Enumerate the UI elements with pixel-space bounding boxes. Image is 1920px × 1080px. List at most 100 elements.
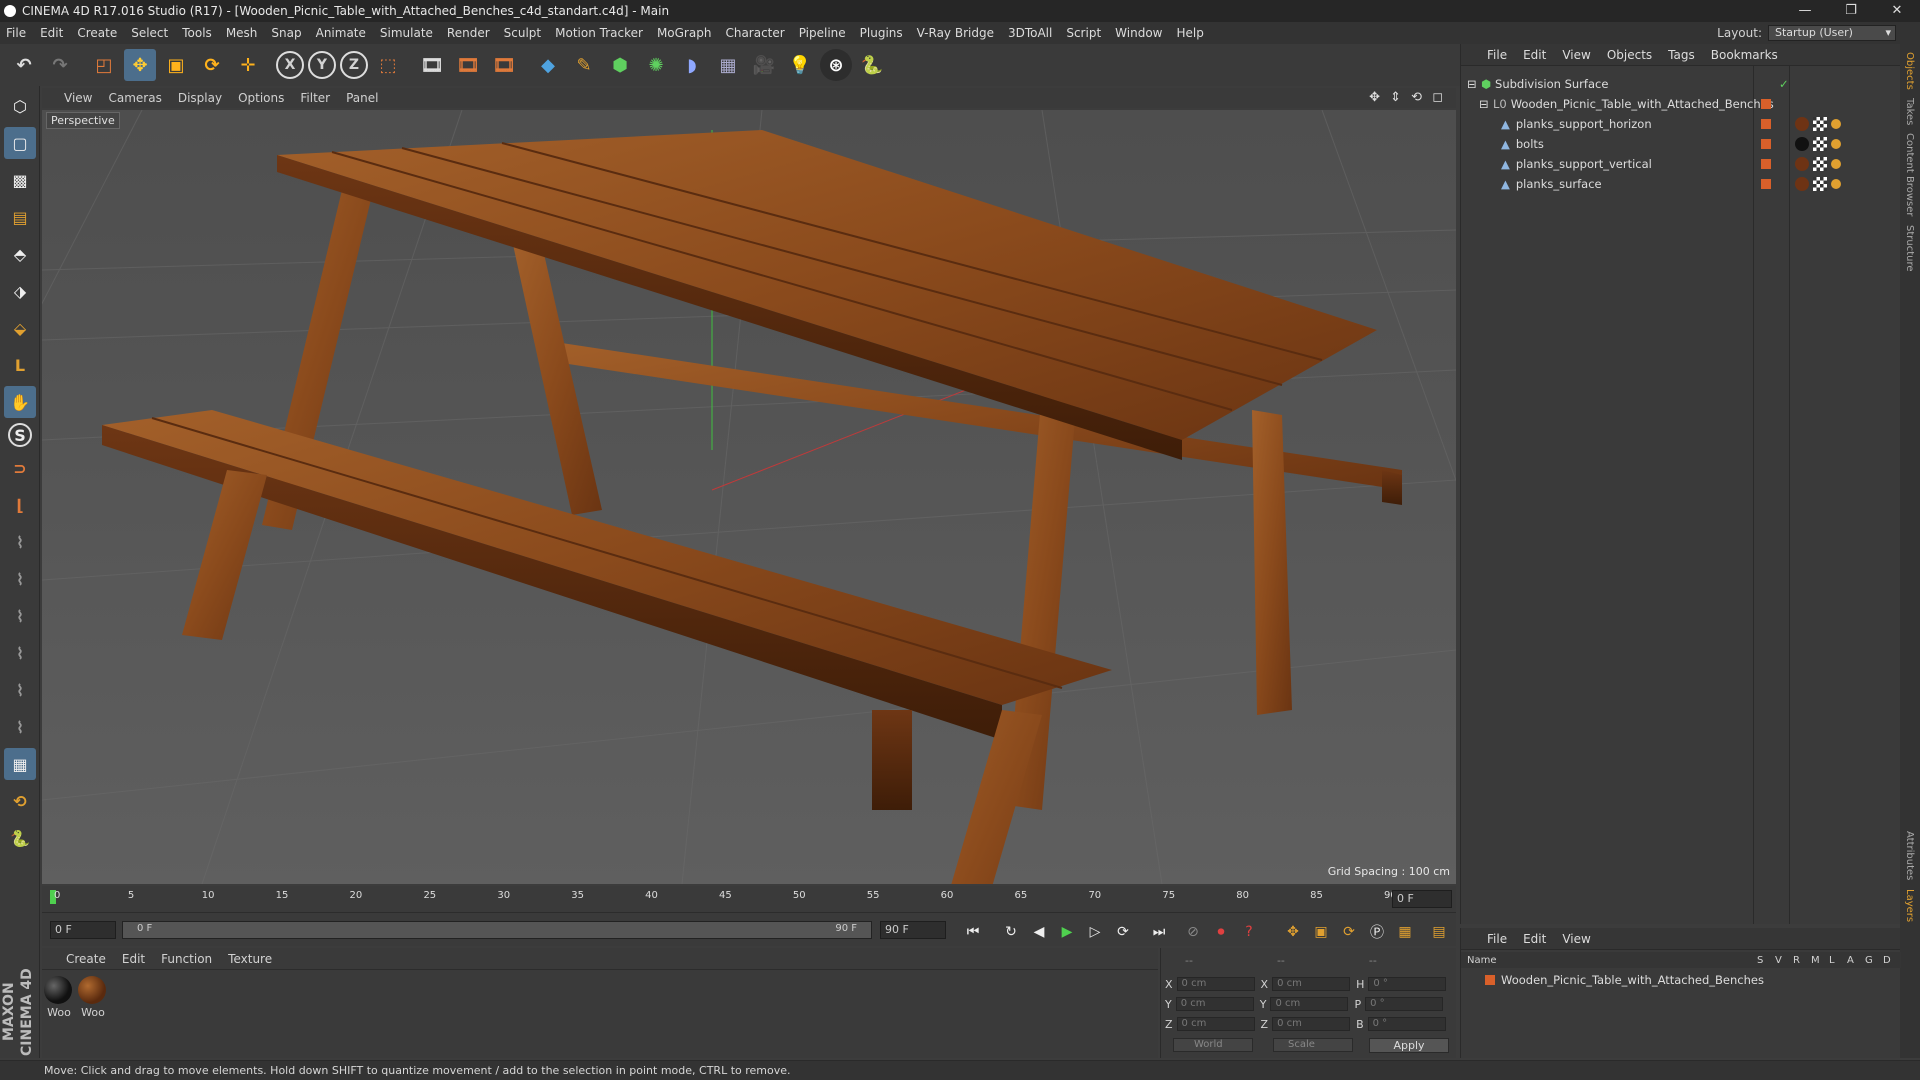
play-icon[interactable]: ▶	[1056, 921, 1078, 943]
transform-icon[interactable]: ✛	[232, 49, 264, 81]
rotation-p-field[interactable]: 0 °	[1365, 997, 1444, 1011]
layer-name[interactable]: Wooden_Picnic_Table_with_Attached_Benche…	[1501, 973, 1764, 987]
menu-3dtoall[interactable]: 3DToAll	[1008, 26, 1052, 40]
size-x-field[interactable]: 0 cm	[1272, 977, 1351, 991]
menu-help[interactable]: Help	[1176, 26, 1203, 40]
object-name[interactable]: planks_support_vertical	[1516, 157, 1652, 171]
current-frame-field[interactable]: 0 F	[1392, 890, 1452, 908]
menu-vray-bridge[interactable]: V-Ray Bridge	[917, 26, 994, 40]
material-menu-texture[interactable]: Texture	[228, 952, 272, 966]
light-icon[interactable]: 💡	[784, 49, 816, 81]
loop-icon[interactable]: ↻	[1000, 921, 1022, 943]
model-mode-icon[interactable]: ▢	[4, 127, 36, 159]
menu-render[interactable]: Render	[447, 26, 490, 40]
position-z-field[interactable]: 0 cm	[1176, 1017, 1255, 1031]
rotation-b-field[interactable]: 0 °	[1367, 1017, 1446, 1031]
viewport-camera-label[interactable]: Perspective	[46, 112, 120, 129]
object-row[interactable]: ▲ planks_support_horizon	[1461, 114, 1901, 134]
workplane-icon[interactable]: ▤	[4, 201, 36, 233]
viewport-menu-view[interactable]: View	[64, 91, 92, 105]
uvw-tag-icon[interactable]	[1813, 137, 1827, 151]
object-name[interactable]: bolts	[1516, 137, 1544, 151]
step-forward-icon[interactable]: ▷	[1084, 921, 1106, 943]
tab-attributes[interactable]: Attributes	[1904, 831, 1915, 880]
x-axis-icon[interactable]: X	[276, 51, 304, 79]
object-row[interactable]: ⊟ L0 Wooden_Picnic_Table_with_Attached_B…	[1461, 94, 1901, 114]
phong-tag-icon[interactable]	[1831, 139, 1841, 149]
record-icon[interactable]: ⏺	[1210, 921, 1232, 943]
menu-mograph[interactable]: MoGraph	[657, 26, 712, 40]
menu-animate[interactable]: Animate	[316, 26, 366, 40]
timeline-menu-icon[interactable]: ▤	[1428, 921, 1450, 943]
object-name[interactable]: planks_support_horizon	[1516, 117, 1652, 131]
tab-content-browser[interactable]: Content Browser	[1904, 133, 1915, 216]
object-row[interactable]: ⊟ ⬢ Subdivision Surface ✓	[1461, 74, 1901, 94]
size-z-field[interactable]: 0 cm	[1272, 1017, 1351, 1031]
layer-menu-view[interactable]: View	[1562, 932, 1590, 946]
viewport-menu-panel[interactable]: Panel	[346, 91, 378, 105]
repeat-icon[interactable]: ⟳	[1112, 921, 1134, 943]
tab-takes[interactable]: Takes	[1904, 98, 1915, 125]
object-row[interactable]: ▲ bolts	[1461, 134, 1901, 154]
menu-pipeline[interactable]: Pipeline	[799, 26, 846, 40]
keyframe-mode-icon[interactable]: ⊘	[1182, 921, 1204, 943]
position-y-field[interactable]: 0 cm	[1175, 997, 1254, 1011]
points-mode-icon[interactable]: ⬘	[4, 238, 36, 270]
layer-menu-edit[interactable]: Edit	[1523, 932, 1546, 946]
snapping-icon[interactable]: S	[8, 423, 32, 447]
object-row[interactable]: ▲ planks_surface	[1461, 174, 1901, 194]
coordinate-system-icon[interactable]: ⬚	[372, 49, 404, 81]
cube-icon[interactable]: ◆	[532, 49, 564, 81]
cinema-logo-icon[interactable]: ⊛	[820, 49, 852, 81]
scale-icon[interactable]: ▣	[160, 49, 192, 81]
material-tag-icon[interactable]	[1795, 137, 1809, 151]
tweak-icon[interactable]: ✋	[4, 386, 36, 418]
edges-mode-icon[interactable]: ⬗	[4, 275, 36, 307]
menu-plugins[interactable]: Plugins	[860, 26, 903, 40]
render-picture-viewer-icon[interactable]: 🎞	[452, 49, 484, 81]
brush-icon[interactable]: ⌇	[4, 526, 36, 558]
uvw-tag-icon[interactable]	[1813, 157, 1827, 171]
viewport-navigation-icons[interactable]: ✥ ⇕ ⟲ ◻	[1369, 90, 1446, 105]
start-frame-field[interactable]: 0 F	[50, 921, 116, 939]
maximize-button[interactable]: ❐	[1828, 0, 1874, 22]
key-param-icon[interactable]: Ⓟ	[1366, 921, 1388, 943]
tab-layers[interactable]: Layers	[1904, 889, 1915, 922]
extrude-icon[interactable]: ⌇	[4, 674, 36, 706]
layer-menu-file[interactable]: File	[1487, 932, 1507, 946]
camera-icon[interactable]: 🎥	[748, 49, 780, 81]
deformer-icon[interactable]: ◗	[676, 49, 708, 81]
material-menu-edit[interactable]: Edit	[122, 952, 145, 966]
phong-tag-icon[interactable]	[1831, 179, 1841, 189]
move-icon[interactable]: ✥	[124, 49, 156, 81]
menu-character[interactable]: Character	[725, 26, 784, 40]
viewport-menu-filter[interactable]: Filter	[300, 91, 330, 105]
3d-viewport[interactable]: Perspective Grid Spacing : 100 cm	[42, 110, 1456, 884]
nurbs-icon[interactable]: ⬢	[604, 49, 636, 81]
viewport-menu-options[interactable]: Options	[238, 91, 284, 105]
uvw-tag-icon[interactable]	[1813, 177, 1827, 191]
bridge-icon[interactable]: ⌇	[4, 637, 36, 669]
menu-motion-tracker[interactable]: Motion Tracker	[555, 26, 643, 40]
render-view-icon[interactable]: 🎞	[416, 49, 448, 81]
object-row[interactable]: ▲ planks_support_vertical	[1461, 154, 1901, 174]
frame-range-slider[interactable]: 0 F 90 F	[122, 921, 872, 939]
menu-select[interactable]: Select	[131, 26, 168, 40]
expand-toggle-icon[interactable]: ⊟	[1479, 97, 1489, 111]
key-pla-icon[interactable]: ▦	[1394, 921, 1416, 943]
polygons-mode-icon[interactable]: ⬙	[4, 312, 36, 344]
key-rotation-icon[interactable]: ⟳	[1338, 921, 1360, 943]
minimize-button[interactable]: —	[1782, 0, 1828, 22]
tab-structure[interactable]: Structure	[1904, 225, 1915, 272]
object-name[interactable]: Wooden_Picnic_Table_with_Attached_Benche…	[1511, 97, 1774, 111]
menu-window[interactable]: Window	[1115, 26, 1162, 40]
menu-file[interactable]: File	[6, 26, 26, 40]
object-name[interactable]: Subdivision Surface	[1495, 77, 1608, 91]
menu-snap[interactable]: Snap	[271, 26, 301, 40]
iron-icon[interactable]: ⌇	[4, 711, 36, 743]
key-scale-icon[interactable]: ▣	[1310, 921, 1332, 943]
material-menu-function[interactable]: Function	[161, 952, 212, 966]
knife-icon[interactable]: ⌇	[4, 600, 36, 632]
magnet-icon[interactable]: ⊃	[4, 452, 36, 484]
go-to-end-icon[interactable]: ⏭	[1148, 921, 1170, 943]
